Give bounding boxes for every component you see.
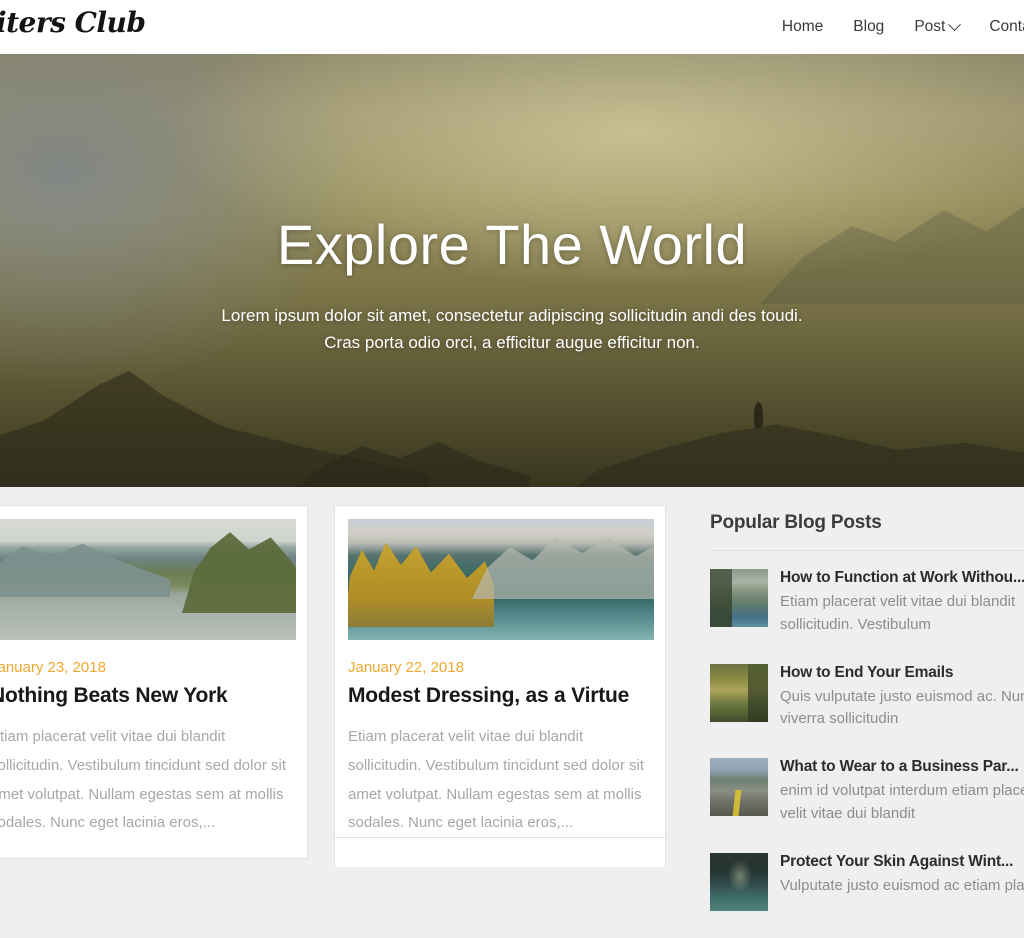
post-title[interactable]: Modest Dressing, as a Virtue xyxy=(348,684,652,708)
popular-post-title[interactable]: How to Function at Work Withou... xyxy=(780,569,1024,587)
popular-post-excerpt: Quis vulputate justo euismod ac. Nunc vi… xyxy=(780,686,1024,732)
popular-post-text: What to Wear to a Business Par... enim i… xyxy=(780,758,1024,826)
blog-post-grid: January 23, 2018 Nothing Beats New York … xyxy=(0,505,666,860)
popular-post-excerpt-line-2: viverra sollicitudin xyxy=(780,710,899,728)
lake-pines-image xyxy=(348,519,654,640)
popular-post-excerpt-line-1: enim id volutpat interdum etiam placer. xyxy=(780,782,1024,800)
hero-banner: Explore The World Lorem ipsum dolor sit … xyxy=(0,54,1024,487)
popular-post-title[interactable]: What to Wear to a Business Par... xyxy=(780,758,1024,776)
popular-post-item[interactable]: Protect Your Skin Against Wint... Vulput… xyxy=(710,852,1024,911)
popular-post-title[interactable]: How to End Your Emails xyxy=(780,664,1024,682)
site-logo[interactable]: Writers Club xyxy=(0,6,146,39)
green-canopy-thumbnail xyxy=(710,663,768,722)
popular-post-item[interactable]: How to End Your Emails Quis vulputate ju… xyxy=(710,663,1024,732)
popular-post-text: How to End Your Emails Quis vulputate ju… xyxy=(780,664,1024,732)
nav-item-contact-us-label: Contact Us xyxy=(989,18,1024,35)
nav-item-home[interactable]: Home xyxy=(782,18,823,36)
sidebar: Popular Blog Posts How to Function at Wo… xyxy=(710,512,1024,938)
hero-content: Explore The World Lorem ipsum dolor sit … xyxy=(0,214,1024,357)
nav-item-contact-us[interactable]: Contact Us xyxy=(989,18,1024,36)
river-mountains-image xyxy=(0,519,296,640)
popular-post-excerpt: Etiam placerat velit vitae dui blandit s… xyxy=(780,591,1024,637)
nav-item-blog[interactable]: Blog xyxy=(853,18,884,36)
popular-post-text: Protect Your Skin Against Wint... Vulput… xyxy=(780,853,1024,911)
blog-post-card[interactable]: January 23, 2018 Nothing Beats New York … xyxy=(0,505,308,860)
hero-subtitle: Lorem ipsum dolor sit amet, consectetur … xyxy=(0,302,1024,357)
popular-post-excerpt: enim id volutpat interdum etiam placer. … xyxy=(780,780,1024,826)
hero-subtitle-line-1: Lorem ipsum dolor sit amet, consectetur … xyxy=(221,305,803,325)
dark-forest-thumbnail xyxy=(710,852,768,911)
hero-subtitle-line-2: Cras porta odio orci, a efficitur augue … xyxy=(324,333,700,353)
popular-posts-list: How to Function at Work Withou... Etiam … xyxy=(710,569,1024,911)
site-header: Writers Club Home Blog Post Contact Us xyxy=(0,0,1024,54)
post-thumbnail xyxy=(0,519,296,640)
blog-post-card-next-partial[interactable] xyxy=(334,837,666,867)
post-date: January 23, 2018 xyxy=(0,659,106,676)
main-navigation: Home Blog Post Contact Us xyxy=(782,0,1024,54)
blog-post-card[interactable]: January 22, 2018 Modest Dressing, as a V… xyxy=(334,505,666,860)
sidebar-heading: Popular Blog Posts xyxy=(710,512,882,533)
post-excerpt: Etiam placerat velit vitae dui blandit s… xyxy=(348,728,644,832)
popular-post-excerpt-line-1: Etiam placerat velit vitae dui blandit xyxy=(780,593,1016,610)
popular-post-title[interactable]: Protect Your Skin Against Wint... xyxy=(780,853,1024,871)
nav-item-home-label: Home xyxy=(781,18,824,35)
popular-post-item[interactable]: What to Wear to a Business Par... enim i… xyxy=(710,758,1024,826)
post-title[interactable]: Nothing Beats New York xyxy=(0,684,294,708)
hero-title: Explore The World xyxy=(276,213,748,276)
nav-item-post-label: Post xyxy=(914,18,946,35)
content-area: January 23, 2018 Nothing Beats New York … xyxy=(0,487,1024,911)
popular-post-excerpt: Vulputate justo euismod ac etiam place xyxy=(780,875,1024,898)
popular-post-text: How to Function at Work Withou... Etiam … xyxy=(780,569,1024,637)
post-thumbnail xyxy=(348,519,654,640)
tree-lined-road-thumbnail xyxy=(710,758,768,817)
post-excerpt: Etiam placerat velit vitae dui blandit s… xyxy=(0,728,286,832)
popular-post-item[interactable]: How to Function at Work Withou... Etiam … xyxy=(710,569,1024,637)
chevron-down-icon xyxy=(948,17,962,31)
nav-item-blog-label: Blog xyxy=(853,18,885,35)
popular-post-excerpt-line-1: Vulputate justo euismod ac etiam place xyxy=(780,876,1024,894)
popular-post-excerpt-line-1: Quis vulputate justo euismod ac. Nunc xyxy=(780,687,1024,705)
popular-post-excerpt-line-2: sollicitudin. Vestibulum xyxy=(780,615,931,633)
popular-post-excerpt-line-2: velit vitae dui blandit xyxy=(780,804,916,822)
post-date: January 22, 2018 xyxy=(348,659,464,676)
forest-path-thumbnail xyxy=(710,569,768,627)
nav-item-post[interactable]: Post xyxy=(914,17,962,36)
sidebar-divider xyxy=(710,550,1024,551)
